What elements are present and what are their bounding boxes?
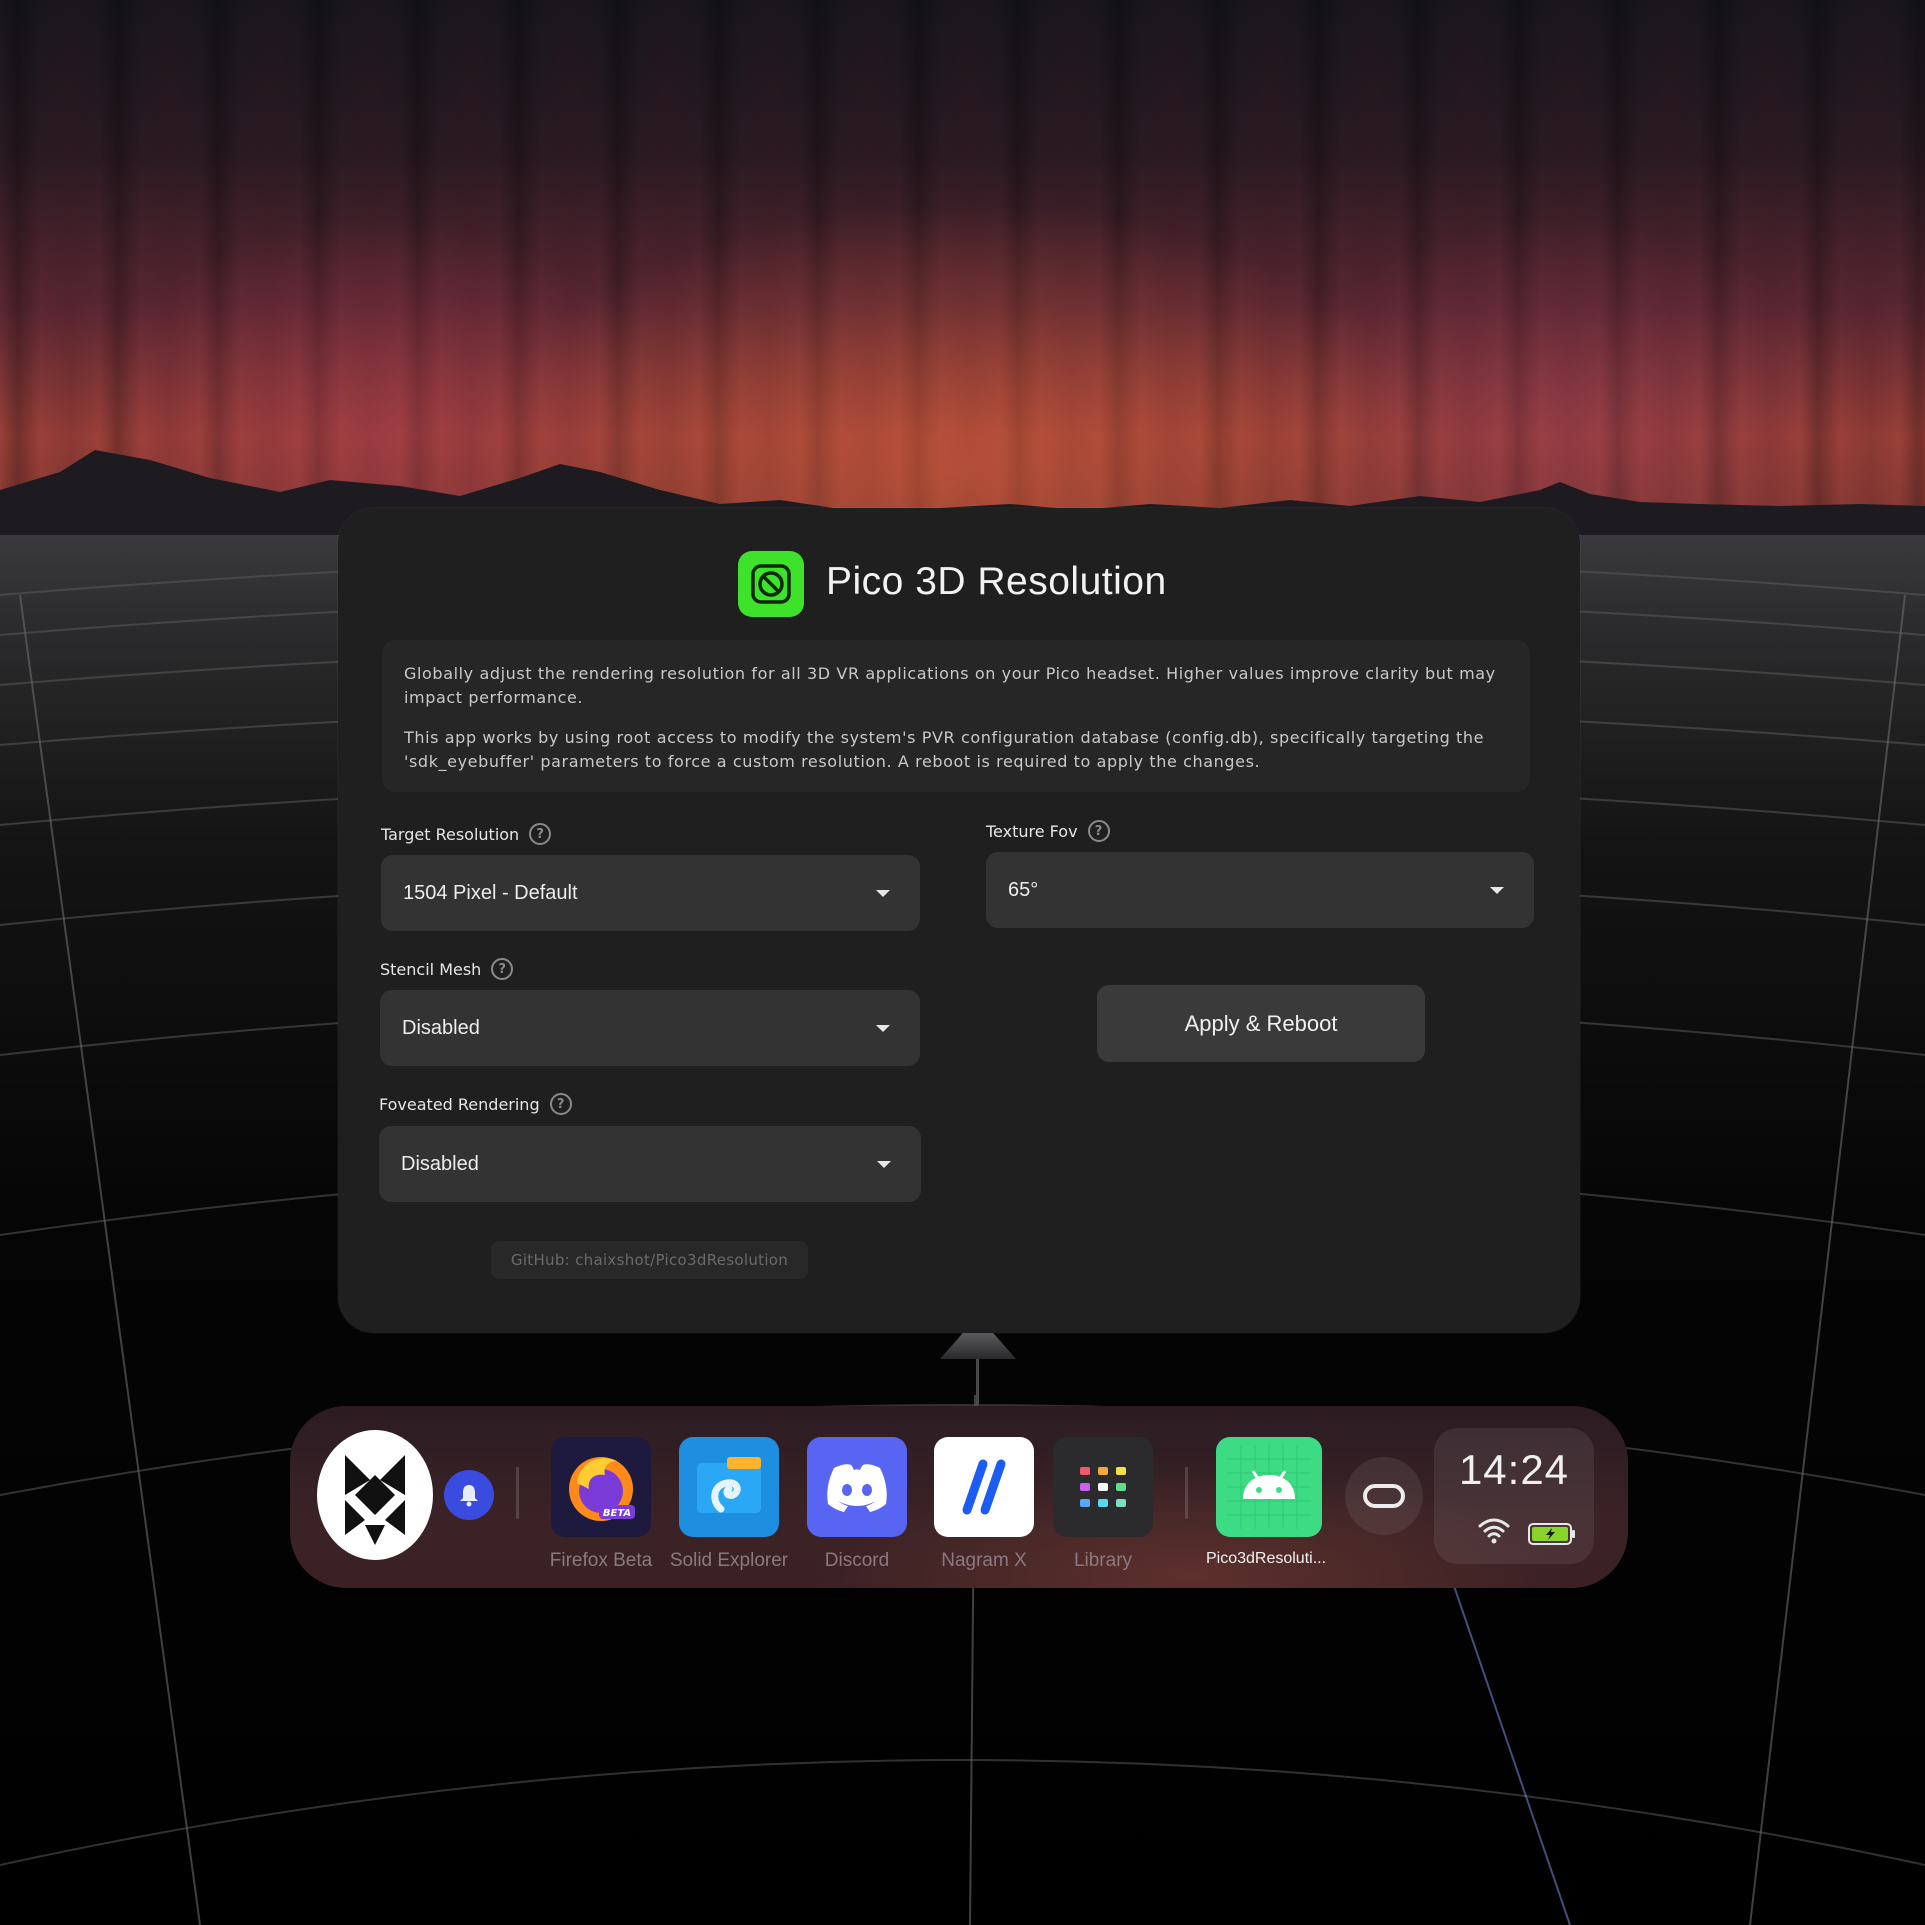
stencil-mesh-select[interactable]: Disabled — [380, 990, 920, 1066]
help-icon[interactable]: ? — [529, 823, 552, 845]
chevron-down-icon — [1490, 886, 1504, 894]
foveated-rendering-label: Foveated Rendering ? — [379, 1093, 572, 1115]
texture-fov-value: 65° — [1008, 878, 1039, 901]
foveated-rendering-value: Disabled — [401, 1152, 479, 1175]
stencil-mesh-value: Disabled — [402, 1016, 480, 1039]
battery-icon — [1528, 1523, 1575, 1545]
foveated-rendering-label-text: Foveated Rendering — [379, 1094, 540, 1114]
firefox-beta-badge: BETA — [603, 1508, 631, 1519]
dock-app-nagram-x[interactable]: Nagram X — [934, 1437, 1034, 1571]
target-resolution-select[interactable]: 1504 Pixel - Default — [381, 855, 920, 931]
discord-icon — [807, 1437, 907, 1537]
library-grid-icon — [1053, 1437, 1153, 1537]
dock-app-solid-explorer[interactable]: Solid Explorer — [670, 1437, 788, 1571]
dock-separator — [516, 1467, 519, 1519]
help-icon[interactable]: ? — [491, 958, 514, 980]
target-resolution-label: Target Resolution ? — [381, 823, 552, 845]
android-icon — [1216, 1437, 1322, 1537]
dock-app-library[interactable]: Library — [1053, 1437, 1153, 1571]
chevron-down-icon — [877, 1160, 891, 1168]
description-box: Globally adjust the rendering resolution… — [382, 640, 1530, 792]
clock: 14:24 — [1458, 1446, 1570, 1493]
solid-explorer-icon — [679, 1437, 779, 1537]
vr-headset-icon[interactable] — [1345, 1457, 1423, 1535]
dock-app-discord[interactable]: Discord — [807, 1437, 907, 1571]
chevron-down-icon — [876, 1024, 890, 1032]
window-anchor-line — [976, 1359, 979, 1409]
stencil-mesh-label: Stencil Mesh ? — [380, 958, 514, 980]
foveated-rendering-select[interactable]: Disabled — [379, 1126, 921, 1202]
help-icon[interactable]: ? — [1087, 820, 1110, 842]
github-link[interactable]: GitHub: chaixshot/Pico3dResolution — [491, 1241, 808, 1279]
texture-fov-select[interactable]: 65° — [986, 852, 1534, 928]
app-logo-icon — [738, 551, 804, 617]
help-icon[interactable]: ? — [549, 1093, 572, 1115]
target-resolution-value: 1504 Pixel - Default — [403, 881, 578, 904]
bell-icon[interactable] — [444, 1470, 494, 1520]
description-paragraph-2: This app works by using root access to m… — [404, 728, 1485, 771]
stencil-mesh-label-text: Stencil Mesh — [380, 959, 482, 979]
target-resolution-label-text: Target Resolution — [381, 824, 520, 844]
texture-fov-label: Texture Fov ? — [986, 820, 1110, 842]
dock-app-pico3dresolution[interactable]: Pico3dResoluti... — [1206, 1437, 1326, 1567]
app-title: Pico 3D Resolution — [826, 560, 1167, 603]
nagram-x-icon — [934, 1437, 1034, 1537]
dock-app-firefox-beta[interactable]: BETA Firefox Beta — [550, 1437, 652, 1571]
dock-app-label: Library — [1073, 1550, 1133, 1571]
wifi-icon — [1478, 1518, 1510, 1544]
texture-fov-label-text: Texture Fov — [986, 821, 1078, 841]
chevron-down-icon — [876, 889, 890, 897]
dock-separator — [1185, 1467, 1188, 1519]
description-paragraph-1: Globally adjust the rendering resolution… — [404, 664, 1496, 707]
profile-avatar[interactable] — [317, 1430, 433, 1560]
dock-app-label: Pico3dResoluti... — [1205, 1550, 1327, 1567]
firefox-beta-icon: BETA — [551, 1437, 651, 1537]
apply-reboot-button[interactable]: Apply & Reboot — [1097, 985, 1425, 1062]
